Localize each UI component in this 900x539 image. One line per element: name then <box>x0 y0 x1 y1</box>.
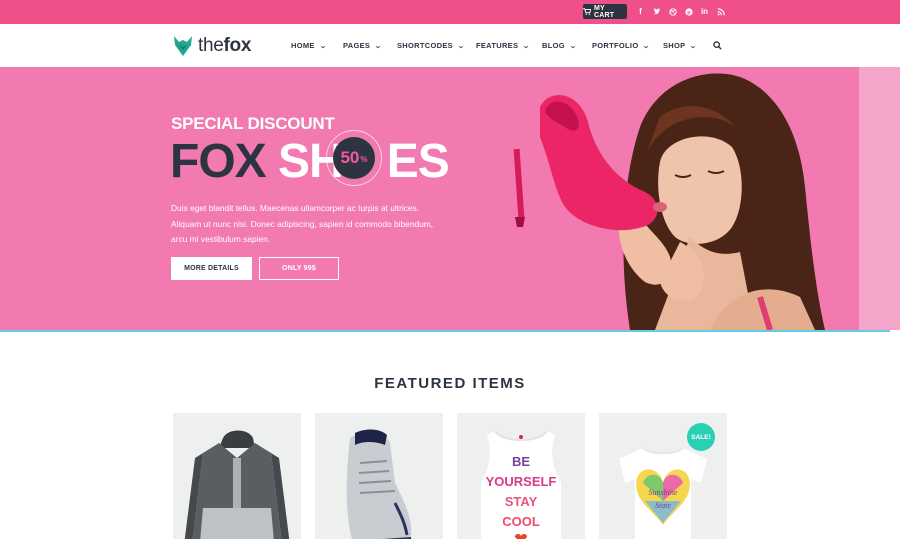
more-details-button[interactable]: MORE DETAILS <box>171 257 252 280</box>
product-card-tank-top[interactable]: BE YOURSELF STAY COOL <box>457 413 585 539</box>
sneaker-image <box>346 429 412 539</box>
nav-item-home[interactable]: HOME ⌄ <box>291 41 343 50</box>
product-card-sneaker[interactable] <box>315 413 443 539</box>
chevron-down-icon: ⌄ <box>374 42 383 50</box>
nav-item-shortcodes[interactable]: SHORTCODES ⌄ <box>397 41 476 50</box>
svg-text:p: p <box>687 10 691 16</box>
dribbble-icon[interactable] <box>668 5 677 18</box>
chevron-down-icon: ⌄ <box>456 42 466 50</box>
cart-icon <box>583 8 591 15</box>
top-bar: MY CART f p in <box>0 0 900 24</box>
product-grid: BE YOURSELF STAY COOL Sunshine State SAL… <box>173 413 727 539</box>
price-button[interactable]: ONLY 99$ <box>259 257 339 280</box>
social-links: f p in <box>636 5 725 18</box>
site-logo[interactable]: thefox <box>173 35 251 57</box>
hero-bottom-accent <box>0 330 890 332</box>
nav-item-shop[interactable]: SHOP ⌄ <box>663 41 703 50</box>
tank-print-line1: BE <box>512 454 530 469</box>
nav-item-portfolio[interactable]: PORTFOLIO ⌄ <box>592 41 663 50</box>
nav-item-pages[interactable]: PAGES ⌄ <box>343 41 397 50</box>
hero-side-strip <box>859 67 900 330</box>
hero-description: Duis eget blandit tellus. Maecenas ullam… <box>171 203 434 244</box>
product-card-tshirt[interactable]: Sunshine State SALE! <box>599 413 727 539</box>
facebook-icon[interactable]: f <box>636 5 645 18</box>
featured-items-title: FEATURED ITEMS <box>374 375 526 392</box>
tank-print-line3: STAY <box>505 494 538 509</box>
my-cart-label: MY CART <box>593 4 615 19</box>
twitter-icon[interactable] <box>652 5 661 18</box>
my-cart-button[interactable]: MY CART <box>583 4 627 19</box>
nav-item-blog[interactable]: BLOG ⌄ <box>542 41 592 50</box>
rss-icon[interactable] <box>716 5 725 18</box>
hero-title: FOX SH ES <box>170 135 450 188</box>
main-navbar: thefox HOME ⌄ PAGES ⌄ SHORTCODES ⌄ FEATURES… <box>0 24 900 67</box>
chevron-down-icon: ⌄ <box>689 42 698 50</box>
chevron-down-icon: ⌄ <box>642 42 651 50</box>
hero-model-image <box>513 73 825 330</box>
tshirt-print-line2: State <box>655 501 671 510</box>
search-icon[interactable] <box>713 41 722 50</box>
chevron-down-icon: ⌄ <box>522 42 531 50</box>
primary-menu: HOME ⌄ PAGES ⌄ SHORTCODES ⌄ FEATURES ⌄ BLOG ⌄… <box>291 41 703 50</box>
tank-print-line2: YOURSELF <box>486 474 557 489</box>
chevron-down-icon: ⌄ <box>318 42 327 50</box>
sale-badge: SALE! <box>687 423 715 451</box>
brand-name: thefox <box>198 35 252 56</box>
tank-top-image: BE YOURSELF STAY COOL <box>481 430 561 539</box>
fox-logo-icon <box>174 36 192 56</box>
nav-item-features[interactable]: FEATURES ⌄ <box>476 41 542 50</box>
chevron-down-icon: ⌄ <box>568 42 577 50</box>
hero-kicker: SPECIAL DISCOUNT <box>171 114 335 133</box>
linkedin-icon[interactable]: in <box>700 5 709 18</box>
tshirt-print-line1: Sunshine <box>649 488 678 497</box>
product-card-hoodie[interactable] <box>173 413 301 539</box>
hoodie-image <box>184 430 290 539</box>
tank-print-line4: COOL <box>502 514 540 529</box>
discount-badge: 50% <box>333 137 375 179</box>
pinterest-icon[interactable]: p <box>684 5 693 18</box>
